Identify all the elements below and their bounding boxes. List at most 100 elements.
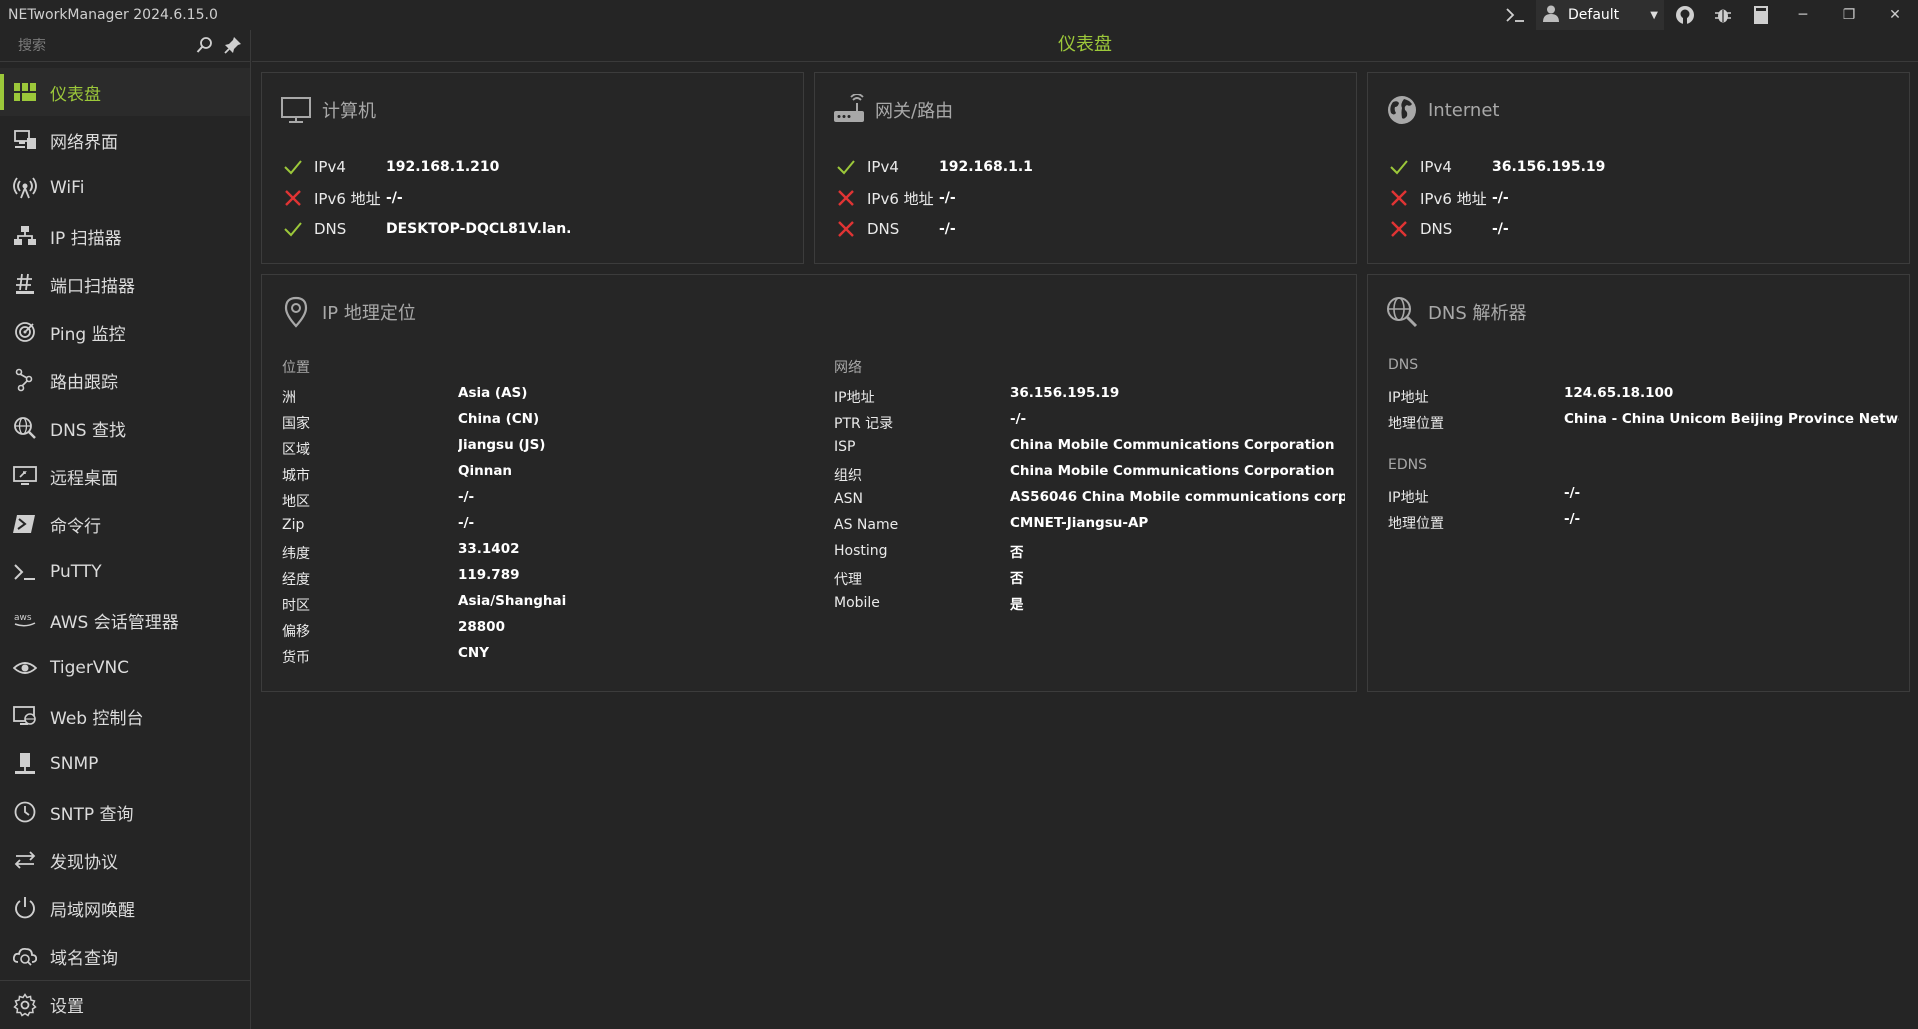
edns-section-label: EDNS [1388, 457, 1427, 473]
gateway-card-header: 网关/路由 [833, 93, 953, 127]
error-icon [1391, 221, 1407, 237]
check-icon [284, 222, 302, 237]
location-row-key: 洲 [282, 390, 296, 406]
gateway-dns-value: -/- [939, 221, 956, 237]
network-row-value: AS56046 China Mobile communications corp… [1010, 489, 1345, 505]
sidebar-item-web-console[interactable]: Web 控制台 [0, 692, 250, 740]
search-input[interactable] [0, 30, 190, 61]
location-row-key: 偏移 [282, 624, 310, 640]
location-row-key: 区域 [282, 442, 310, 458]
sidebar-item-label: 发现协议 [50, 852, 118, 873]
pin-icon[interactable] [224, 36, 244, 56]
restore-button[interactable]: ❐ [1826, 0, 1872, 30]
web-console-icon [12, 703, 38, 729]
computer-ipv4-value: 192.168.1.210 [386, 159, 500, 175]
gateway-ipv6-key: IPv6 地址 [867, 189, 934, 208]
github-icon[interactable] [1666, 0, 1704, 30]
gateway-ipv4-row: IPv4 192.168.1.1 [835, 155, 1033, 179]
computer-card: 计算机 IPv4 192.168.1.210 IPv6 地址 -/- DNS D… [261, 72, 804, 264]
location-row-key: 地区 [282, 494, 310, 510]
sidebar-item-dashboard[interactable]: 仪表盘 [0, 68, 250, 116]
location-row-value: Jiangsu (JS) [458, 437, 546, 453]
gateway-dns-row: DNS -/- [835, 217, 956, 241]
sidebar-item-dns-lookup[interactable]: DNS 查找 [0, 404, 250, 452]
edns-row-key: 地理位置 [1388, 516, 1444, 532]
sidebar-item-ip-scanner[interactable]: IP 扫描器 [0, 212, 250, 260]
internet-ipv4-value: 36.156.195.19 [1492, 159, 1606, 175]
monitor-icon [281, 97, 311, 123]
powershell-icon [12, 511, 38, 537]
sidebar-item-label: PuTTY [50, 562, 102, 582]
sidebar-item-remote-desktop[interactable]: 远程桌面 [0, 452, 250, 500]
sidebar-item-sntp-lookup[interactable]: SNTP 查询 [0, 788, 250, 836]
network-row-value: 否 [1010, 545, 1024, 561]
dns-resolver-card: DNS 解析器 DNS EDNS IP地址 124.65.18.100 地理位置 Ch… [1367, 274, 1910, 692]
sidebar-item-label: WiFi [50, 178, 85, 198]
sidebar-item-label: 域名查询 [50, 948, 118, 969]
network-row-key: ASN [834, 491, 863, 507]
whois-icon [12, 943, 38, 969]
minimize-button[interactable]: ─ [1780, 0, 1826, 30]
book-icon[interactable] [1742, 0, 1780, 30]
location-row-value: CNY [458, 645, 489, 661]
location-row-key: 经度 [282, 572, 310, 588]
app-title: NETworkManager 2024.6.15.0 [8, 7, 218, 23]
computer-card-title: 计算机 [322, 101, 376, 122]
gateway-ipv6-value: -/- [939, 190, 956, 206]
gateway-ipv4-value: 192.168.1.1 [939, 159, 1033, 175]
internet-dns-row: DNS -/- [1388, 217, 1509, 241]
location-row-key: 货币 [282, 650, 310, 666]
network-row-value: 否 [1010, 571, 1024, 587]
internet-ipv4-key: IPv4 [1420, 158, 1452, 176]
sidebar-item-wake-on-lan[interactable]: 局域网唤醒 [0, 884, 250, 932]
network-row-key: 代理 [834, 572, 862, 588]
dns-resolver-title: DNS 解析器 [1428, 303, 1527, 324]
aws-icon: aws [12, 607, 38, 633]
sidebar-item-snmp[interactable]: SNMP [0, 740, 250, 788]
sidebar-item-network-interface[interactable]: 网络界面 [0, 116, 250, 164]
sidebar-item-wifi[interactable]: WiFi [0, 164, 250, 212]
dns-section-label: DNS [1388, 357, 1419, 373]
gateway-ipv6-row: IPv6 地址 -/- [835, 186, 956, 210]
computer-ipv6-row: IPv6 地址 -/- [282, 186, 403, 210]
computer-ipv4-row: IPv4 192.168.1.210 [282, 155, 499, 179]
dns-resolver-icon [1387, 297, 1418, 328]
sidebar-item-label: TigerVNC [50, 658, 130, 678]
sidebar: 仪表盘 网络界面 WiFi IP 扫描器 端口扫描器 [0, 30, 251, 1029]
location-row-key: 纬度 [282, 546, 310, 562]
internet-ipv6-row: IPv6 地址 -/- [1388, 186, 1509, 210]
dns-row-value: China - China Unicom Beijing Province Ne… [1564, 411, 1899, 427]
profile-selector[interactable]: Default ▼ [1536, 0, 1664, 30]
close-button[interactable]: ✕ [1872, 0, 1918, 30]
location-row-value: 28800 [458, 619, 505, 635]
dashboard-icon [12, 79, 38, 105]
sidebar-item-putty[interactable]: PuTTY [0, 548, 250, 596]
network-row-key: PTR 记录 [834, 416, 894, 432]
terminal-icon[interactable] [1496, 0, 1534, 30]
sidebar-item-whois[interactable]: 域名查询 [0, 932, 250, 980]
internet-dns-value: -/- [1492, 221, 1509, 237]
sidebar-item-powershell[interactable]: 命令行 [0, 500, 250, 548]
search-bar [0, 30, 250, 62]
sidebar-item-discovery-protocol[interactable]: 发现协议 [0, 836, 250, 884]
gateway-ipv4-key: IPv4 [867, 158, 899, 176]
location-section-label: 位置 [282, 360, 310, 376]
sidebar-item-ping-monitor[interactable]: Ping 监控 [0, 308, 250, 356]
edns-row-value: -/- [1564, 511, 1581, 527]
error-icon [285, 190, 301, 206]
sidebar-item-aws-session-manager[interactable]: aws AWS 会话管理器 [0, 596, 250, 644]
internet-card-title: Internet [1428, 99, 1500, 121]
ping-monitor-icon [12, 319, 38, 345]
location-row-key: Zip [282, 517, 305, 533]
search-icon[interactable] [196, 36, 216, 56]
port-scanner-icon [12, 271, 38, 297]
sidebar-item-port-scanner[interactable]: 端口扫描器 [0, 260, 250, 308]
location-row-value: Asia/Shanghai [458, 593, 567, 609]
wifi-icon [12, 175, 38, 201]
bug-icon[interactable] [1704, 0, 1742, 30]
sidebar-item-settings[interactable]: 设置 [0, 980, 250, 1028]
sidebar-item-tigervnc[interactable]: TigerVNC [0, 644, 250, 692]
sidebar-item-label: SNTP 查询 [50, 804, 134, 825]
putty-icon [12, 559, 38, 585]
sidebar-item-traceroute[interactable]: 路由跟踪 [0, 356, 250, 404]
